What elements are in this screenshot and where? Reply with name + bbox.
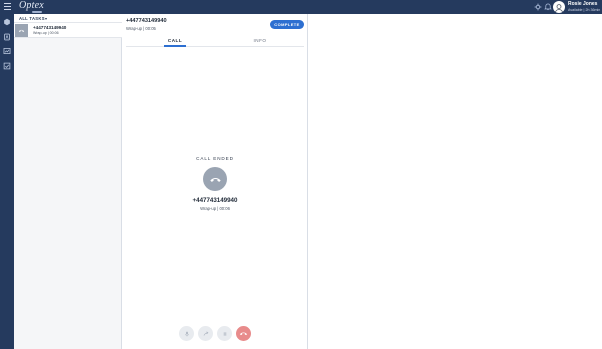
tab-info[interactable]: INFO	[253, 38, 267, 43]
detail-area	[309, 14, 602, 349]
call-ended-status: Wrap-up | 00:06	[200, 206, 230, 211]
tab-call[interactable]: CALL	[164, 38, 186, 43]
transfer-arrow-icon	[203, 331, 208, 336]
chevron-down-icon[interactable]: ▾	[45, 16, 47, 21]
task-status: Wrap-up | 00:06	[33, 31, 59, 35]
hamburger-menu-icon[interactable]	[4, 3, 11, 10]
pause-icon	[223, 331, 226, 336]
user-avatar[interactable]	[553, 1, 565, 13]
task-type-badge	[15, 24, 28, 37]
top-bar: Optex Rosie Jones Available | 2h 36min	[0, 0, 602, 14]
call-status: Wrap-up | 00:05	[126, 26, 156, 31]
call-phone-number: +447743149940	[126, 18, 167, 24]
hang-up-phone-icon	[209, 177, 221, 182]
left-nav	[0, 14, 14, 349]
transfer-button[interactable]	[198, 326, 213, 341]
phone-icon	[18, 29, 25, 32]
active-tab-indicator	[164, 45, 186, 47]
logo-underline	[32, 11, 42, 13]
notification-bell-icon[interactable]	[544, 3, 552, 11]
user-silhouette-icon	[554, 4, 564, 13]
call-tabs: CALL INFO	[126, 37, 304, 47]
call-ended-badge	[203, 167, 227, 191]
task-list-item[interactable]: +447743149940 Wrap-up | 00:06	[14, 23, 122, 38]
tasks-header[interactable]: ALL TASKS ▾	[14, 14, 122, 23]
settings-icon[interactable]	[534, 3, 542, 11]
user-status[interactable]: Available | 2h 36min	[568, 8, 600, 12]
hang-up-icon	[239, 332, 248, 336]
call-panel: +447743149940 Wrap-up | 00:05 COMPLETE C…	[122, 14, 308, 349]
tasks-filter-label[interactable]: ALL TASKS	[19, 16, 45, 21]
tasks-panel: ALL TASKS ▾ +447743149940 Wrap-up | 00:0…	[14, 14, 122, 349]
user-name[interactable]: Rosie Jones	[568, 1, 597, 7]
call-ended-label: CALL ENDED	[196, 156, 234, 161]
complete-button[interactable]: COMPLETE	[270, 20, 304, 29]
task-phone-number: +447743149940	[33, 25, 67, 30]
contacts-book-icon[interactable]	[3, 33, 11, 41]
tasks-cube-icon[interactable]	[3, 18, 11, 26]
app-logo: Optex	[19, 0, 44, 11]
dashboard-icon[interactable]	[3, 47, 11, 55]
call-ended-number: +447743149940	[192, 197, 238, 204]
microphone-icon	[184, 331, 189, 336]
hang-up-button[interactable]	[236, 326, 251, 341]
mute-button[interactable]	[179, 326, 194, 341]
hold-button[interactable]	[217, 326, 232, 341]
reports-check-icon[interactable]	[3, 62, 11, 70]
